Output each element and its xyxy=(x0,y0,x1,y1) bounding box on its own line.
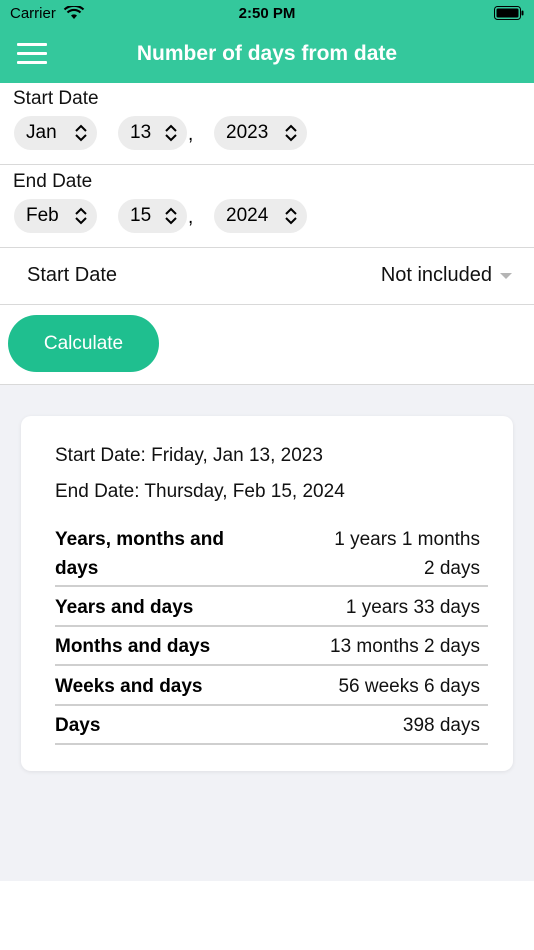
result-start-date: Start Date: Friday, Jan 13, 2023 xyxy=(55,445,323,466)
table-row: Weeks and days 56 weeks 6 days xyxy=(55,672,488,702)
status-bar: Carrier 2:50 PM xyxy=(0,0,534,28)
row-value: 13 months 2 days xyxy=(330,636,480,657)
start-date-inclusion-select[interactable]: Not included xyxy=(381,264,492,287)
start-year-picker[interactable]: 2023 xyxy=(214,116,307,150)
start-date-label: Start Date xyxy=(13,88,99,109)
table-row: Months and days 13 months 2 days xyxy=(55,632,488,662)
app-header: Carrier 2:50 PM Number of days from date xyxy=(0,0,534,83)
start-month-picker[interactable]: Jan xyxy=(14,116,97,150)
row-divider xyxy=(55,625,488,627)
start-month-value: Jan xyxy=(26,122,57,143)
row-label: Years and days xyxy=(55,597,194,618)
divider xyxy=(0,164,534,165)
date-separator: , xyxy=(188,124,194,145)
row-label: Months and days xyxy=(55,636,211,657)
end-month-value: Feb xyxy=(26,205,59,226)
end-month-picker[interactable]: Feb xyxy=(14,199,97,233)
date-separator: , xyxy=(188,207,194,228)
row-divider xyxy=(55,585,488,587)
start-date-option-label: Start Date xyxy=(27,264,118,286)
row-value: 1 years 1 months 2 days xyxy=(334,529,480,579)
row-label: Years, months and days xyxy=(55,529,224,579)
row-value: 1 years 33 days xyxy=(345,597,480,618)
row-divider xyxy=(55,743,488,745)
clock: 2:50 PM xyxy=(238,5,296,22)
row-label: Days xyxy=(55,715,101,736)
row-value: 56 weeks 6 days xyxy=(338,676,480,697)
end-date-label: End Date xyxy=(13,171,93,192)
end-year-picker[interactable]: 2024 xyxy=(214,199,307,233)
row-value: 398 days xyxy=(402,715,480,736)
row-label: Weeks and days xyxy=(55,676,203,697)
dropdown-caret-icon[interactable] xyxy=(500,273,512,279)
divider xyxy=(0,247,534,248)
end-day-value: 15 xyxy=(130,205,152,226)
page-title: Number of days from date xyxy=(136,42,398,65)
divider xyxy=(0,304,534,305)
end-year-value: 2024 xyxy=(226,205,269,226)
chevron-up-down-icon xyxy=(165,124,177,142)
battery-icon xyxy=(494,6,524,20)
chevron-up-down-icon xyxy=(285,207,297,225)
result-card: Start Date: Friday, Jan 13, 2023 End Dat… xyxy=(21,416,513,771)
start-year-value: 2023 xyxy=(226,122,269,143)
row-divider xyxy=(55,704,488,706)
calculate-button[interactable]: Calculate xyxy=(8,315,159,372)
result-end-date: End Date: Thursday, Feb 15, 2024 xyxy=(55,481,345,502)
chevron-up-down-icon xyxy=(75,207,87,225)
table-row: Years and days 1 years 33 days xyxy=(55,593,488,623)
chevron-up-down-icon xyxy=(285,124,297,142)
row-divider xyxy=(55,664,488,666)
end-day-picker[interactable]: 15 xyxy=(118,199,187,233)
table-row: Days 398 days xyxy=(55,711,488,741)
chevron-up-down-icon xyxy=(165,207,177,225)
start-day-picker[interactable]: 13 xyxy=(118,116,187,150)
start-day-value: 13 xyxy=(130,122,152,143)
chevron-up-down-icon xyxy=(75,124,87,142)
table-row: Years, months and days 1 years 1 months … xyxy=(55,525,488,585)
